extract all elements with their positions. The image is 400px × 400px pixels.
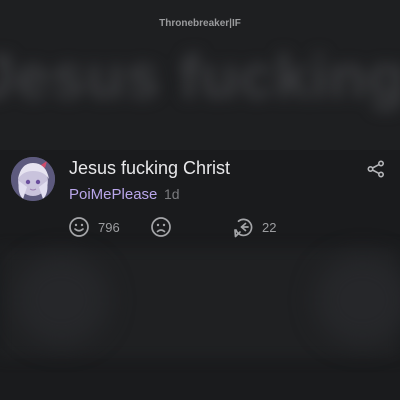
blurred-caption: Jesus fucking Christ — [0, 43, 400, 112]
share-icon — [367, 160, 385, 178]
like-button[interactable]: 796 — [68, 216, 120, 238]
channel-watermark: Thronebreaker|IF — [159, 18, 241, 29]
like-count: 796 — [98, 219, 120, 235]
share-button[interactable] — [366, 160, 386, 178]
dislike-button[interactable] — [150, 216, 172, 238]
comment-age: 1d — [164, 186, 180, 202]
avatar-image — [11, 157, 55, 201]
blurred-video-background: Jesus fucking Christ Thronebreaker|IF — [0, 0, 400, 400]
comment-text: Jesus fucking Christ — [69, 158, 231, 178]
avatar[interactable] — [11, 157, 55, 201]
background-blurred-shape-right — [315, 255, 400, 345]
reply-count: 22 — [262, 219, 277, 235]
reply-button[interactable]: 22 — [232, 216, 276, 238]
video-frame: Jesus fucking Christ Thronebreaker|IF Je… — [0, 0, 400, 400]
frown-icon — [151, 217, 171, 237]
smile-icon — [69, 217, 89, 237]
background-blurred-shape-left — [14, 255, 109, 345]
comment-author[interactable]: PoiMePlease — [69, 186, 157, 203]
reply-icon — [234, 218, 253, 238]
